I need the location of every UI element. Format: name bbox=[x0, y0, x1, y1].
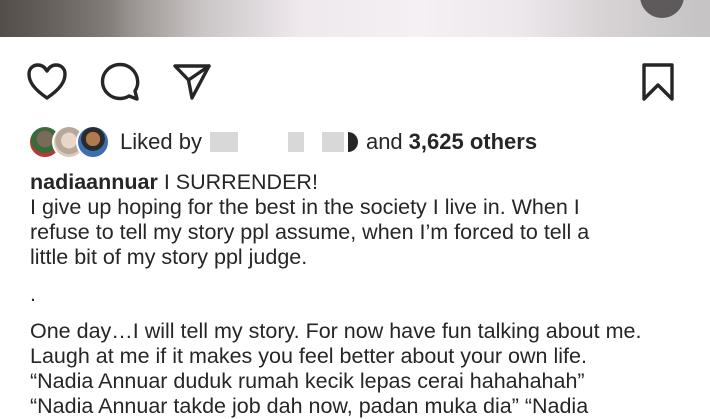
avatar[interactable] bbox=[76, 125, 110, 159]
redacted-name bbox=[347, 132, 358, 152]
liked-by-text: Liked by and 3,625 others bbox=[120, 129, 537, 155]
action-bar bbox=[0, 60, 710, 104]
caption-line: Laugh at me if it makes you feel better … bbox=[30, 344, 587, 368]
redacted-name bbox=[209, 132, 238, 152]
caption-line: “Nadia Annuar takde job dah now, padan m… bbox=[30, 394, 589, 418]
liked-by-label: Liked by bbox=[120, 129, 202, 154]
caption-line: I give up hoping for the best in the soc… bbox=[30, 195, 580, 219]
comment-icon[interactable] bbox=[98, 60, 142, 104]
caption-line: One day…I will tell my story. For now ha… bbox=[30, 319, 642, 343]
caption-line: “Nadia Annuar duduk rumah kecik lepas ce… bbox=[30, 369, 585, 393]
caption-username[interactable]: nadiaannuar bbox=[30, 170, 158, 194]
liked-by-row[interactable]: Liked by and 3,625 others bbox=[28, 124, 698, 160]
caption-dot: . bbox=[30, 282, 36, 306]
redacted-name bbox=[321, 132, 344, 152]
liked-and-text: and bbox=[365, 129, 403, 154]
photo-shadow bbox=[0, 0, 130, 37]
bookmark-icon[interactable] bbox=[636, 60, 680, 104]
post-caption: nadiaannuar I SURRENDER! I give up hopin… bbox=[30, 170, 695, 419]
post-photo[interactable] bbox=[0, 0, 710, 37]
heart-icon[interactable] bbox=[25, 60, 69, 104]
redacted-name bbox=[287, 132, 304, 152]
caption-line: refuse to tell my story ppl assume, when… bbox=[30, 220, 590, 244]
photo-dark-circle bbox=[640, 0, 684, 18]
caption-headline: I SURRENDER! bbox=[163, 170, 318, 194]
caption-line: little bit of my story ppl judge. bbox=[30, 245, 308, 269]
paper-plane-icon[interactable] bbox=[170, 60, 214, 104]
liker-avatars[interactable] bbox=[28, 125, 110, 159]
likes-count[interactable]: 3,625 others bbox=[409, 129, 537, 155]
